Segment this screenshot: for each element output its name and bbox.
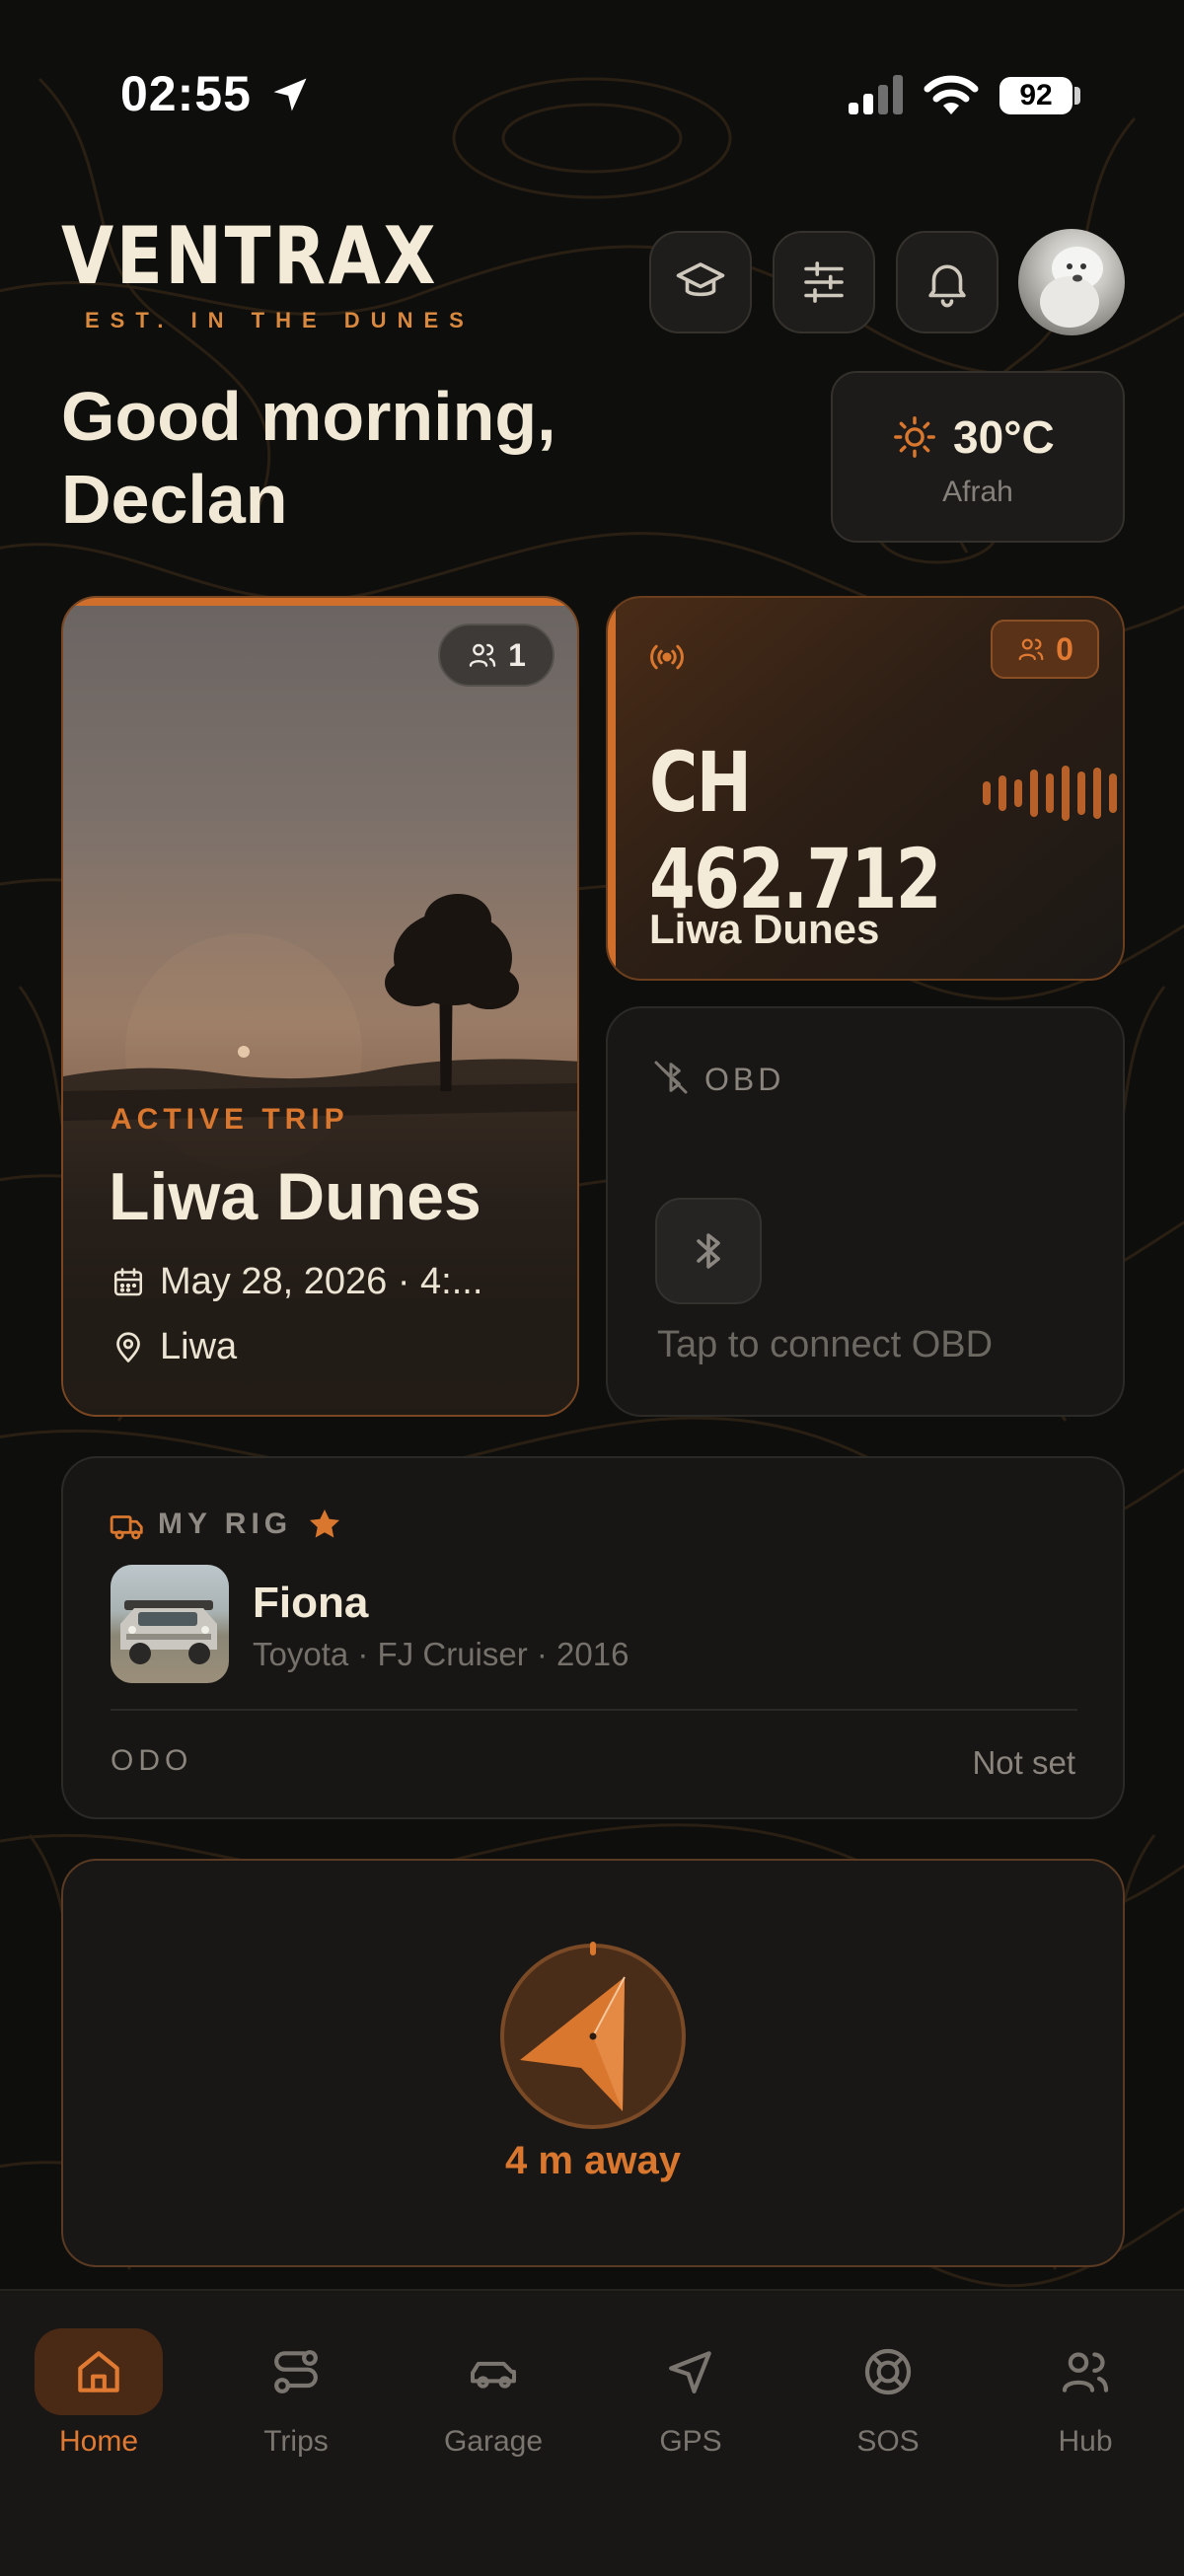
trip-participants-badge: 1 — [438, 624, 555, 687]
radio-participants-badge: 0 — [991, 620, 1099, 679]
trip-date-row: May 28, 2026 · 4:... — [111, 1261, 482, 1303]
star-icon — [309, 1509, 340, 1538]
status-time: 02:55 — [120, 66, 252, 121]
nav-label: Garage — [443, 2425, 544, 2458]
app-logo: VENTRAX — [61, 210, 439, 302]
trip-participants-count: 1 — [508, 636, 526, 673]
trip-place-row: Liwa — [111, 1326, 237, 1368]
nav-label: Home — [58, 2425, 139, 2458]
trip-status-label: ACTIVE TRIP — [111, 1103, 349, 1136]
nav-garage[interactable]: Garage — [395, 2328, 592, 2459]
learn-button[interactable] — [649, 231, 752, 333]
signal-icon — [849, 75, 903, 114]
weather-location: Afrah — [942, 476, 1013, 508]
vehicle-details: Toyota · FJ Cruiser · 2016 — [253, 1636, 629, 1672]
compass-card[interactable]: 4 m away — [61, 1859, 1125, 2267]
target-distance: 4 m away — [505, 2139, 681, 2182]
connect-obd-button[interactable] — [655, 1198, 762, 1304]
users-icon — [1018, 638, 1044, 661]
bell-icon — [928, 264, 966, 308]
trip-accent-bar — [63, 598, 577, 606]
notifications-button[interactable] — [896, 231, 999, 333]
radio-participants-count: 0 — [1056, 630, 1073, 667]
weather-widget[interactable]: 30°C Afrah — [831, 371, 1125, 543]
lifebuoy-icon — [864, 2348, 912, 2395]
nav-trips[interactable]: Trips — [197, 2328, 395, 2459]
bottom-nav: Home Trips Garage GPS SOS Hub — [0, 2289, 1184, 2576]
radio-channel: CH 462.712 — [649, 734, 941, 927]
radio-accent-bar — [608, 598, 616, 979]
nav-label: Trips — [263, 2425, 329, 2458]
greeting-line: Good morning, — [61, 378, 556, 455]
bluetooth-off-icon — [654, 1061, 688, 1094]
navigation-icon — [669, 2351, 711, 2393]
obd-card[interactable]: OBD Tap to connect OBD — [606, 1006, 1125, 1417]
profile-avatar[interactable] — [1018, 229, 1125, 335]
users-icon — [469, 643, 496, 667]
route-icon — [274, 2350, 318, 2393]
broadcast-icon — [650, 644, 684, 670]
nav-hub[interactable]: Hub — [987, 2328, 1184, 2459]
odometer-label: ODO — [111, 1744, 193, 1777]
nav-sos[interactable]: SOS — [789, 2328, 987, 2459]
nav-gps[interactable]: GPS — [592, 2328, 789, 2459]
trip-place: Liwa — [160, 1326, 238, 1367]
weather-temperature: 30°C — [953, 411, 1055, 463]
odometer-value: Not set — [972, 1744, 1075, 1781]
car-icon — [471, 2361, 516, 2389]
obd-label: OBD — [704, 1062, 785, 1097]
truck-icon — [110, 1515, 143, 1540]
radio-channel-name: Liwa Dunes — [649, 906, 880, 952]
bluetooth-icon — [697, 1233, 720, 1269]
obd-connect-prompt: Tap to connect OBD — [657, 1324, 994, 1365]
my-rig-card[interactable]: MY RIG Fiona Toyota · FJ Cruiser · 2016 … — [61, 1456, 1125, 1819]
nav-label: GPS — [659, 2425, 722, 2458]
filters-button[interactable] — [773, 231, 875, 333]
wifi-icon — [924, 75, 979, 114]
battery-nub — [1074, 87, 1080, 105]
app-logo-tagline: EST. IN THE DUNES — [85, 308, 475, 332]
nav-label: SOS — [856, 2425, 920, 2458]
nav-label: Hub — [1058, 2425, 1113, 2458]
map-pin-icon — [116, 1331, 140, 1362]
trip-date: May 28, 2026 · 4:... — [160, 1261, 483, 1302]
vehicle-name: Fiona — [253, 1579, 369, 1627]
users-icon — [1062, 2352, 1109, 2392]
home-icon — [78, 2351, 119, 2392]
graduation-cap-icon — [676, 262, 725, 297]
divider — [111, 1709, 1077, 1711]
my-rig-label: MY RIG — [158, 1508, 293, 1540]
greeting: Good morning, Declan — [61, 375, 556, 541]
dog-photo — [1040, 247, 1103, 328]
active-trip-card[interactable]: 1 ACTIVE TRIP Liwa Dunes May 28, 2026 · … — [61, 596, 579, 1417]
battery-indicator: 92 — [999, 77, 1073, 114]
sun-icon — [894, 416, 935, 458]
trip-title: Liwa Dunes — [109, 1159, 481, 1234]
calendar-icon — [113, 1267, 143, 1295]
radio-channel-card[interactable]: 0 CH 462.712 Liwa Dunes — [606, 596, 1125, 981]
user-name: Declan — [61, 461, 288, 538]
location-arrow-icon — [273, 78, 307, 111]
vehicle-photo — [111, 1565, 229, 1683]
nav-home[interactable]: Home — [0, 2328, 197, 2459]
compass-arrow-icon — [500, 1942, 686, 2129]
sliders-icon — [804, 261, 844, 303]
signal-waveform-icon — [983, 766, 1117, 821]
